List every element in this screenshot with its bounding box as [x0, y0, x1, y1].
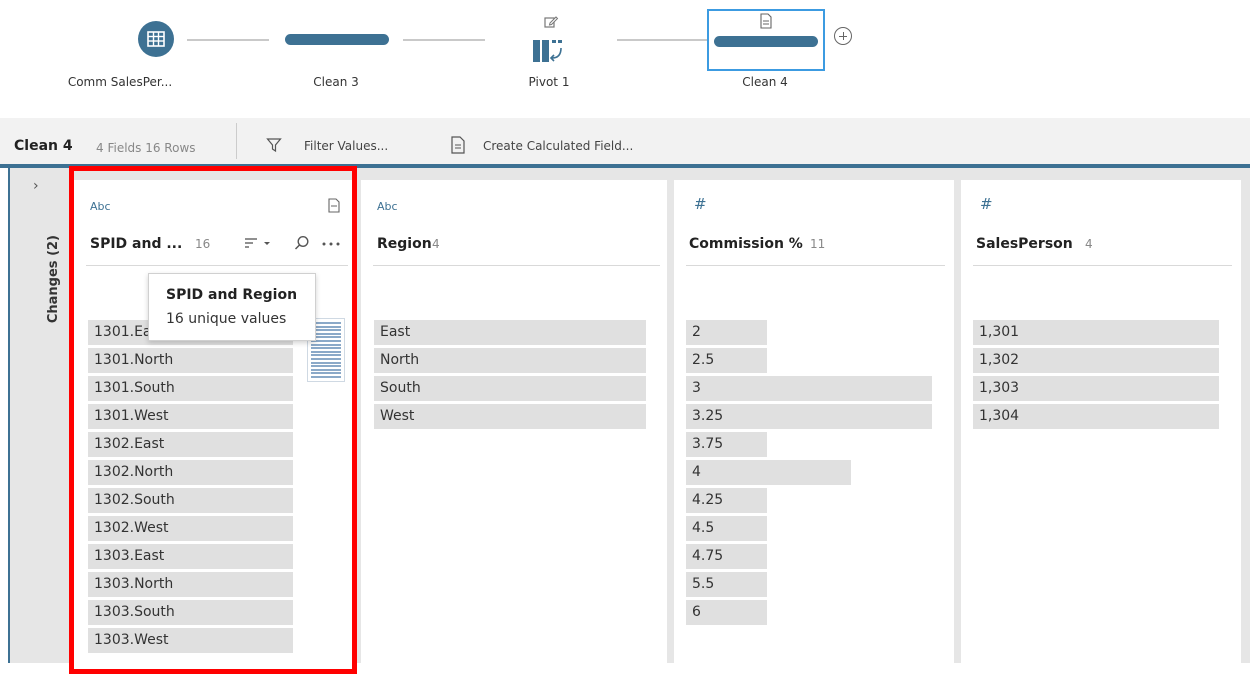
add-step-icon[interactable]	[834, 27, 852, 45]
clean-4-node-selected[interactable]	[707, 9, 825, 71]
connector-line	[187, 39, 269, 41]
changes-panel-label[interactable]: Changes (2)	[46, 235, 61, 323]
column-name[interactable]: Commission %	[689, 236, 803, 252]
value-bar[interactable]: 2	[686, 320, 767, 345]
connector-line	[403, 39, 485, 41]
node-label: Clean 3	[313, 75, 359, 89]
step-title: Clean 4	[14, 138, 73, 154]
column-divider	[373, 265, 660, 266]
value-bar[interactable]: 5.5	[686, 572, 767, 597]
value-bar[interactable]: 1,302	[973, 348, 1219, 373]
type-icon[interactable]: Abc	[377, 200, 398, 213]
value-bar[interactable]: 3.75	[686, 432, 767, 457]
step-meta: 4 Fields 16 Rows	[96, 141, 196, 155]
table-icon	[147, 31, 165, 47]
value-bar[interactable]: 4.75	[686, 544, 767, 569]
connector-line	[617, 39, 707, 41]
filter-icon[interactable]	[266, 137, 282, 153]
type-icon[interactable]: #	[980, 195, 993, 213]
value-bar[interactable]: 1,301	[973, 320, 1219, 345]
column-name[interactable]: SalesPerson	[976, 236, 1073, 252]
type-icon[interactable]: #	[694, 195, 707, 213]
edit-icon	[544, 16, 559, 28]
value-bar[interactable]: East	[374, 320, 646, 345]
divider	[236, 123, 237, 159]
pivot-1-node[interactable]	[530, 14, 570, 66]
column-count: 11	[810, 237, 826, 251]
value-bar[interactable]: 4.5	[686, 516, 767, 541]
column-count: 4	[432, 237, 440, 251]
value-bar[interactable]: 2.5	[686, 348, 767, 373]
value-bar[interactable]: 3.25	[686, 404, 932, 429]
column-divider	[686, 265, 945, 266]
flow-pane: Comm SalesPer... Clean 3 Pivot 1 Clean 4	[0, 0, 1250, 118]
value-bar[interactable]: West	[374, 404, 646, 429]
value-bar[interactable]: South	[374, 376, 646, 401]
node-label: Pivot 1	[528, 75, 570, 89]
create-calculated-field-button[interactable]: Create Calculated Field...	[483, 139, 633, 153]
value-bar[interactable]: 6	[686, 600, 767, 625]
value-bar[interactable]: 1,303	[973, 376, 1219, 401]
column-count: 4	[1085, 237, 1093, 251]
value-bar[interactable]: 4	[686, 460, 851, 485]
pivot-icon	[533, 40, 562, 62]
node-label: Comm SalesPer...	[67, 75, 173, 89]
value-bar[interactable]: 1,304	[973, 404, 1219, 429]
node-label: Clean 4	[742, 75, 788, 89]
clean-3-node[interactable]	[285, 34, 389, 45]
value-bar[interactable]: 3	[686, 376, 932, 401]
filter-values-button[interactable]: Filter Values...	[304, 139, 388, 153]
column-divider	[973, 265, 1232, 266]
highlight-box	[69, 166, 357, 674]
profile-toolbar: Clean 4 4 Fields 16 Rows Filter Values..…	[0, 118, 1250, 164]
chevron-right-icon[interactable]: ›	[33, 178, 39, 194]
clean-4-node	[714, 36, 818, 47]
calc-field-icon[interactable]	[450, 136, 466, 154]
value-bar[interactable]: North	[374, 348, 646, 373]
input-node-comm-salesperson[interactable]	[138, 21, 174, 57]
clean-step-icon	[760, 13, 772, 29]
column-name[interactable]: Region	[377, 236, 432, 252]
value-bar[interactable]: 4.25	[686, 488, 767, 513]
